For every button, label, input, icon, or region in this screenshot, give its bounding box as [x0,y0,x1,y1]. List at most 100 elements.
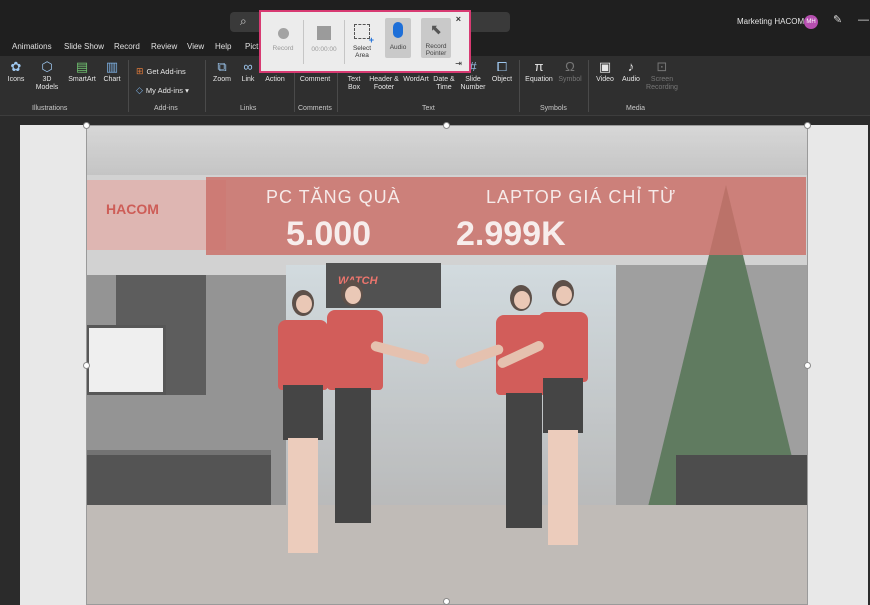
audio-button[interactable]: ♪ Audio [618,60,644,84]
text-box-label: Text Box [347,76,361,91]
record-label: Record [272,45,294,52]
tab-view[interactable]: View [187,42,204,51]
record-pointer-toggle[interactable]: ⬉ Record Pointer [421,18,451,58]
close-icon[interactable]: × [456,14,461,24]
link-button[interactable]: ∞ Link [237,60,259,84]
comment-label: Comment [299,76,331,83]
addins-icon: ◇ [136,85,143,95]
select-area-icon [354,24,374,44]
3d-models-label: 3D Models [35,76,59,91]
screen-recording-button[interactable]: ⊡ Screen Recording [644,60,680,92]
group-comments: Comments [298,105,332,112]
resize-handle-bottom[interactable] [443,598,450,605]
audio-toggle[interactable]: Audio [385,18,411,58]
slide-number-label: Slide Number [460,76,486,91]
store-icon: ⊞ [136,66,144,76]
separator [128,60,129,112]
symbol-label: Symbol [558,76,582,83]
separator [344,20,345,64]
3d-models-button[interactable]: ⬡ 3D Models [32,60,62,92]
group-addins: Add-ins [154,105,178,112]
audio-toggle-label: Audio [389,44,407,51]
group-links: Links [240,105,257,112]
tab-record[interactable]: Record [114,42,140,51]
chart-icon: ▥ [105,59,119,74]
group-text: Text [422,105,435,112]
pointer-icon: ⬉ [430,21,442,37]
video-button[interactable]: ▣ Video [592,60,618,84]
date-time-label: Date & Time [433,76,455,91]
equation-label: Equation [525,76,553,83]
video-label: Video [596,76,614,83]
cube-icon: ⬡ [41,59,53,74]
wordart-label: WordArt [403,76,429,83]
separator [588,60,589,112]
get-addins-button[interactable]: ⊞ Get Add-ins [136,66,186,77]
object-icon: ⧠ [496,59,508,74]
avatar[interactable]: MH [804,15,818,29]
symbol-button[interactable]: Ω Symbol [556,60,584,84]
my-addins-button[interactable]: ◇ My Add-ins ▾ [136,85,189,96]
speaker-icon: ♪ [627,59,635,74]
pin-icon[interactable]: ⇥ [455,59,462,68]
omega-icon: Ω [565,59,575,74]
tab-slide-show[interactable]: Slide Show [64,42,104,51]
group-symbols: Symbols [540,105,567,112]
stop-icon [317,26,331,40]
timer-label: 00:00:00 [311,46,337,53]
record-icon [277,28,289,39]
zoom-button[interactable]: ⧉ Zoom [210,60,234,84]
separator [519,60,520,112]
icons-label: Icons [7,76,25,83]
screen-recording-icon: ⊡ [656,59,668,74]
group-media: Media [626,105,646,112]
equation-button[interactable]: π Equation [522,60,556,84]
powerpoint-window: ⌕ Marketing HACOM MH ✎ — Animations Slid… [0,0,870,605]
icons-button[interactable]: ✿ Icons [2,60,30,84]
chart-button[interactable]: ▥ Chart [100,60,124,84]
screen-recording-label: Screen Recording [646,76,678,91]
smartart-icon: ▤ [75,59,89,74]
chart-label: Chart [103,76,121,83]
zoom-icon: ⧉ [217,59,227,74]
icons-icon: ✿ [10,59,22,74]
tab-picture[interactable]: Pict [245,42,258,51]
tab-animations[interactable]: Animations [12,42,52,51]
separator [303,20,304,64]
select-area-label: Select Area [352,45,372,59]
link-icon: ∞ [243,59,253,74]
tab-help[interactable]: Help [215,42,231,51]
object-button[interactable]: ⧠ Object [488,60,516,84]
record-pointer-label: Record Pointer [425,43,447,57]
resize-handle-top-right[interactable] [804,122,811,129]
tab-review[interactable]: Review [151,42,177,51]
zoom-label: Zoom [213,76,231,83]
group-illustrations: Illustrations [32,105,68,112]
object-label: Object [491,76,513,83]
video-icon: ▣ [598,59,612,74]
pi-icon: π [534,59,544,74]
smartart-label: SmartArt [68,76,96,83]
audio-label: Audio [622,76,640,83]
get-addins-label: Get Add-ins [146,67,186,76]
stop-button[interactable]: 00:00:00 [306,18,342,66]
slide-photo[interactable]: HACOM PC TĂNG QUÀ LAPTOP GIÁ CHỈ TỪ 5.00… [86,125,808,605]
resize-handle-right[interactable] [804,362,811,369]
select-area-button[interactable]: Select Area [347,18,377,66]
link-label: Link [241,76,255,83]
screen-recording-toolbar: Record 00:00:00 Select Area Audio ⬉ Reco… [259,10,471,73]
separator [205,60,206,112]
pen-icon[interactable]: ✎ [833,13,842,26]
photo-dim-overlay [86,125,808,605]
user-name[interactable]: Marketing HACOM [737,17,804,26]
resize-handle-left[interactable] [83,362,90,369]
record-button[interactable]: Record [265,18,301,66]
header-footer-label: Header & Footer [369,76,399,91]
minimize-icon[interactable]: — [858,14,869,26]
search-icon: ⌕ [240,14,247,28]
resize-handle-top-left[interactable] [83,122,90,129]
resize-handle-top[interactable] [443,122,450,129]
action-label: Action [265,76,285,83]
smartart-button[interactable]: ▤ SmartArt [64,60,100,84]
microphone-icon [393,22,403,38]
